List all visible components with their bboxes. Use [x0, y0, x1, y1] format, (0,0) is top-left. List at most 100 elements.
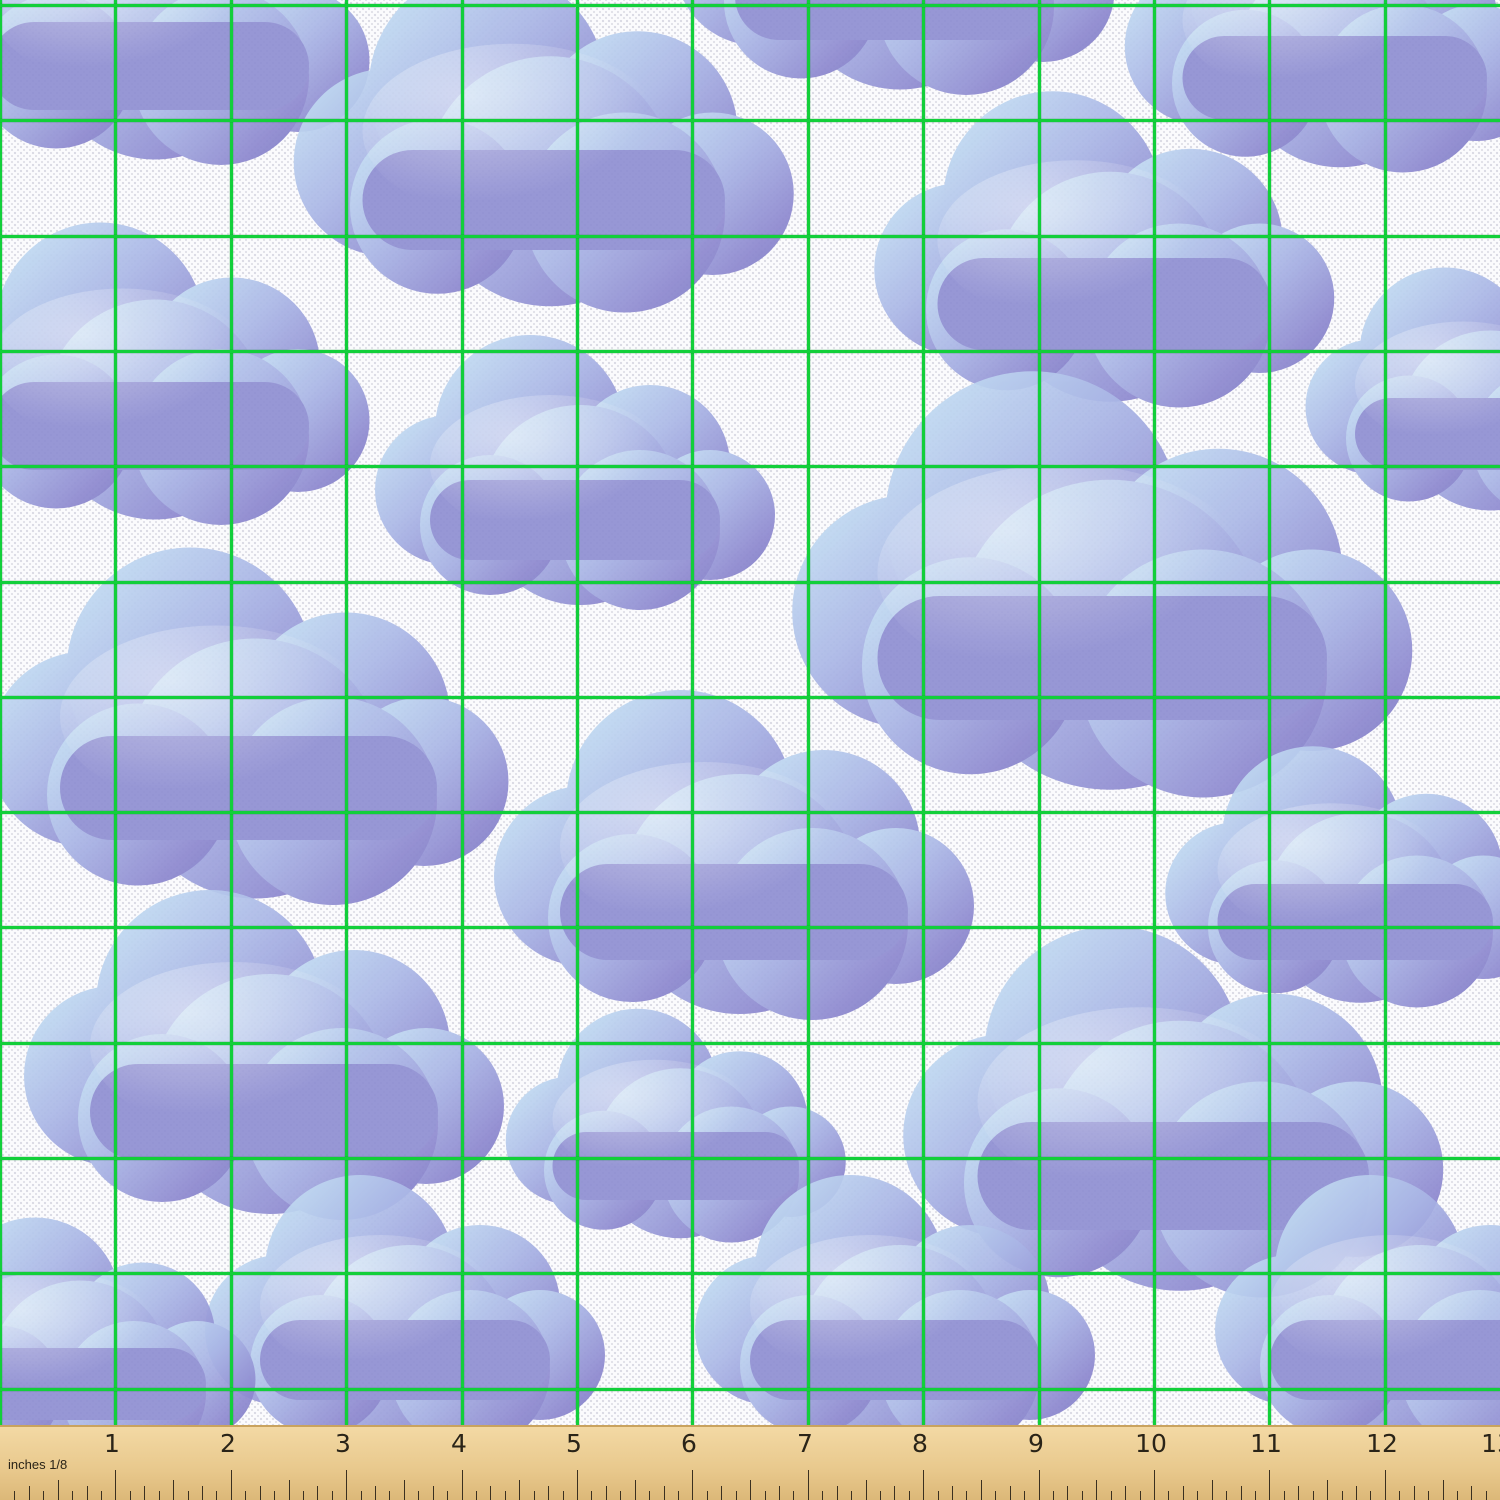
ruler-tick	[58, 1480, 59, 1500]
ruler-tick	[1486, 1491, 1487, 1500]
ruler-tick	[678, 1491, 679, 1500]
ruler-tick	[389, 1491, 390, 1500]
ruler-tick	[563, 1491, 564, 1500]
ruler-tick	[1399, 1491, 1400, 1500]
ruler-tick	[981, 1480, 982, 1500]
ruler-tick	[1111, 1491, 1112, 1500]
ruler-tick	[923, 1470, 924, 1500]
ruler-tick	[346, 1470, 347, 1500]
ruler-tick	[649, 1491, 650, 1500]
ruler-tick	[736, 1491, 737, 1500]
ruler-tick	[577, 1470, 578, 1500]
ruler-tick	[995, 1491, 996, 1500]
cloud-pattern	[0, 0, 1500, 1425]
ruler-tick	[591, 1491, 592, 1500]
ruler-tick	[1226, 1491, 1227, 1500]
ruler-tick	[29, 1486, 30, 1500]
ruler-tick	[317, 1486, 318, 1500]
ruler-tick	[159, 1491, 160, 1500]
ruler-tick	[966, 1491, 967, 1500]
ruler-tick	[43, 1491, 44, 1500]
ruler-tick	[1269, 1470, 1270, 1500]
ruler-number: 9	[1028, 1429, 1044, 1458]
ruler-tick	[1067, 1486, 1068, 1500]
ruler-tick	[1356, 1486, 1357, 1500]
ruler-tick	[548, 1486, 549, 1500]
ruler-tick	[101, 1491, 102, 1500]
ruler-tick	[14, 1491, 15, 1500]
ruler-number: 6	[681, 1429, 697, 1458]
ruler-unit-label: inches 1/8	[8, 1457, 68, 1472]
ruler-tick	[462, 1470, 463, 1500]
ruler-tick	[274, 1491, 275, 1500]
ruler-tick	[952, 1486, 953, 1500]
ruler-tick	[1125, 1486, 1126, 1500]
cloud	[1124, 0, 1500, 173]
ruler-tick	[447, 1491, 448, 1500]
ruler-tick	[490, 1486, 491, 1500]
fabric-swatch	[0, 0, 1500, 1425]
ruler-tick	[1010, 1486, 1011, 1500]
ruler-tick	[1183, 1486, 1184, 1500]
ruler-tick	[375, 1486, 376, 1500]
ruler-tick	[1298, 1486, 1299, 1500]
cloud	[0, 222, 370, 525]
cloud	[293, 0, 794, 313]
ruler-tick	[231, 1470, 232, 1500]
ruler-tick	[1443, 1480, 1444, 1500]
ruler-tick	[822, 1491, 823, 1500]
ruler-tick	[620, 1491, 621, 1500]
cloud	[23, 890, 504, 1220]
ruler-number: 7	[797, 1429, 813, 1458]
ruler-number: 2	[220, 1429, 236, 1458]
ruler-tick	[880, 1491, 881, 1500]
ruler-number: 11	[1250, 1429, 1282, 1458]
ruler-tick	[793, 1491, 794, 1500]
ruler-tick	[1241, 1486, 1242, 1500]
ruler-tick	[1140, 1491, 1141, 1500]
ruler-tick	[1255, 1491, 1256, 1500]
ruler-number: 1	[104, 1429, 120, 1458]
ruler-tick	[1414, 1486, 1415, 1500]
ruler-tick	[1197, 1491, 1198, 1500]
ruler-tick	[692, 1470, 693, 1500]
cloud	[1305, 267, 1500, 511]
ruler-tick	[1168, 1491, 1169, 1500]
ruler-tick	[1082, 1491, 1083, 1500]
ruler-tick	[1212, 1480, 1213, 1500]
ruler-tick	[188, 1491, 189, 1500]
ruler-tick	[260, 1486, 261, 1500]
ruler-number: 13	[1481, 1429, 1500, 1458]
ruler-tick	[173, 1480, 174, 1500]
ruler-tick	[519, 1480, 520, 1500]
ruler-tick	[202, 1486, 203, 1500]
ruler-tick	[1154, 1470, 1155, 1500]
ruler-tick	[245, 1491, 246, 1500]
ruler-tick	[433, 1486, 434, 1500]
ruler-tick	[1284, 1491, 1285, 1500]
ruler-tick	[664, 1486, 665, 1500]
ruler-tick	[779, 1486, 780, 1500]
ruler-tick	[1428, 1491, 1429, 1500]
ruler-tick	[635, 1480, 636, 1500]
cloud	[0, 547, 509, 905]
ruler-tick	[534, 1491, 535, 1500]
ruler-number: 10	[1135, 1429, 1167, 1458]
ruler-tick	[851, 1491, 852, 1500]
ruler-tick	[361, 1491, 362, 1500]
ruler-tick	[837, 1486, 838, 1500]
ruler-tick	[1370, 1491, 1371, 1500]
ruler-tick	[216, 1491, 217, 1500]
ruler-tick	[765, 1491, 766, 1500]
ruler-tick	[1313, 1491, 1314, 1500]
ruler-tick	[87, 1486, 88, 1500]
ruler-tick	[606, 1486, 607, 1500]
ruler-tick	[721, 1486, 722, 1500]
ruler-tick	[289, 1480, 290, 1500]
ruler-tick	[332, 1491, 333, 1500]
ruler-tick	[404, 1480, 405, 1500]
ruler-tick	[1039, 1470, 1040, 1500]
ruler-tick	[1471, 1486, 1472, 1500]
ruler-tick	[894, 1486, 895, 1500]
ruler-tick	[866, 1480, 867, 1500]
